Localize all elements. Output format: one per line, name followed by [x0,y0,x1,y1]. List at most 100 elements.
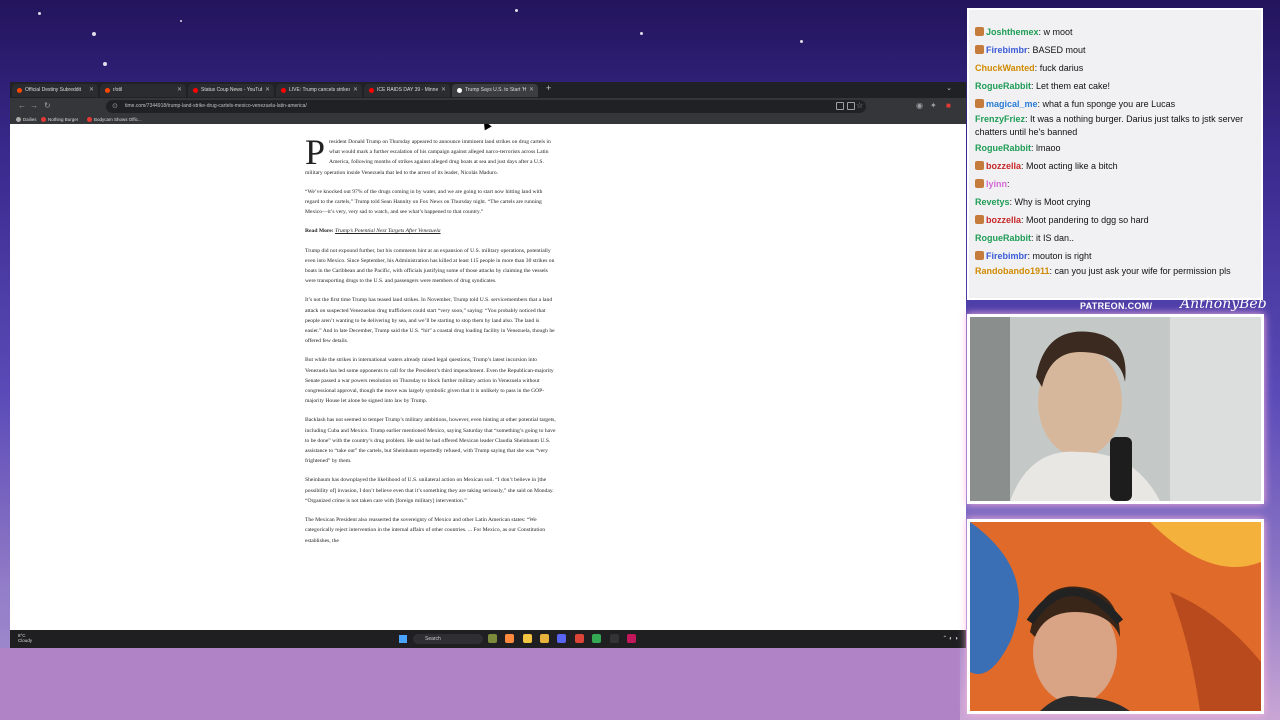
extension-icon[interactable]: ◉ [916,101,923,110]
star [38,12,41,15]
folder-icon[interactable] [540,634,549,643]
chat-username[interactable]: Firebimbr [986,251,1028,261]
windows-start-icon[interactable] [399,635,407,643]
chat-username[interactable]: RogueRabbit [975,81,1031,91]
address-bar[interactable]: ⊙ time.com/7344918/trump-land-strike-dru… [106,100,866,113]
article-paragraph: Trump did not expound further, but his c… [305,247,555,285]
close-icon[interactable]: ✕ [441,84,446,97]
webcam-image [970,522,1261,711]
bookmark-dailies[interactable]: Dailies [16,116,37,123]
article-paragraph: “We’ve knocked out 97% of the drugs comi… [305,188,543,216]
chat-username[interactable]: bozzella [986,215,1021,225]
extensions-puzzle-icon[interactable]: ✦ [930,101,937,110]
obs-icon[interactable] [610,634,619,643]
badge-icon [975,215,984,224]
chat-message: RogueRabbit: it IS dan.. [975,229,1259,247]
close-icon[interactable]: ✕ [177,84,182,97]
chat-message: Randobando1911: can you just ask your wi… [975,265,1259,278]
forward-icon[interactable]: → [30,101,38,110]
badge-icon [975,251,984,260]
chat-username[interactable]: FrenzyFriez [975,114,1025,124]
tab-stil[interactable]: r/stil ✕ [100,84,186,97]
badge-icon [975,27,984,36]
chat-username[interactable]: Revetys [975,197,1010,207]
app-icon[interactable] [592,634,601,643]
chat-username[interactable]: bozzella [986,161,1021,171]
chat-username[interactable]: Firebimbr [986,45,1028,55]
tab-label: Trump Says U.S. to Start 'Hitting [465,87,526,93]
badge-icon [975,45,984,54]
chat-message: bozzella: Moot acting like a bitch [975,157,1259,175]
tab-ice-raids[interactable]: ICE RAIDS DAY 39 - Minneapo ✕ [364,84,450,97]
read-more: Read More: Trump’s Potential Next Target… [305,228,441,235]
chat-message: ChuckWanted: fuck darius [975,59,1259,77]
chat-text: BASED mout [1032,45,1086,55]
file-explorer-icon[interactable] [488,634,497,643]
youtube-icon [193,88,198,93]
folder-icon [16,117,21,123]
bookmark-nothing-burger[interactable]: Nothing Burger [41,116,78,123]
read-more-link[interactable]: Trump’s Potential Next Targets After Ven… [335,228,441,234]
tab-destiny[interactable]: Official Destiny Subreddit ✕ [12,84,98,97]
chat-username[interactable]: RogueRabbit [975,143,1031,153]
reddit-icon [17,88,22,93]
star [640,32,643,35]
weather-widget[interactable]: 8°C Cloudy [18,633,32,643]
close-icon[interactable]: ✕ [89,84,94,97]
article-body: President Donald Trump on Thursday appea… [305,134,557,555]
badge-icon [975,179,984,188]
back-icon[interactable]: ← [18,101,26,110]
tab-status-coup[interactable]: Status Coup News - YouTube ✕ [188,84,274,97]
chrome-icon[interactable] [575,634,584,643]
chat-text: lmaoo [1036,143,1061,153]
tab-live-trump[interactable]: LIVE: Trump cancels strikes on V ✕ [276,84,362,97]
tab-label: Status Coup News - YouTube [201,87,262,93]
discord-icon[interactable] [557,634,566,643]
desktop-floor [0,648,960,720]
chat-message: Joshthemex: w moot [975,23,1259,41]
reload-icon[interactable]: ↻ [44,101,51,110]
screenshot-icon[interactable] [847,102,855,110]
chat-username[interactable]: lyinn [986,179,1007,189]
app-icon[interactable] [627,634,636,643]
install-icon[interactable] [836,102,844,110]
chat-message: Firebimbr: BASED mout [975,41,1259,59]
browser-window: Official Destiny Subreddit ✕ r/stil ✕ St… [10,82,966,630]
chevron-down-icon[interactable]: ⌄ [946,84,952,92]
page-content[interactable]: President Donald Trump on Thursday appea… [10,124,966,630]
close-icon[interactable]: ✕ [529,84,534,97]
article-paragraph: It’s not the first time Trump has teased… [305,297,555,345]
close-icon[interactable]: ✕ [353,84,358,97]
folder-icon[interactable] [523,634,532,643]
bookmark-bodycam[interactable]: Bodycam Shows Offic... [87,116,142,123]
article-paragraph: But while the strikes in international w… [305,357,554,405]
chat-username[interactable]: Randobando1911 [975,266,1050,276]
tab-label: ICE RAIDS DAY 39 - Minneapo [377,87,438,93]
star-icon[interactable]: ☆ [856,101,863,110]
chat-message: FrenzyFriez: It was a nothing burger. Da… [975,113,1259,139]
chat-text: Why is Moot crying [1014,197,1091,207]
close-icon[interactable]: ✕ [265,84,270,97]
lock-icon[interactable]: ⊙ [112,102,118,110]
new-tab-button[interactable]: + [546,83,551,93]
tab-time-article[interactable]: Trump Says U.S. to Start 'Hitting ✕ [452,84,538,97]
star [103,62,107,66]
star [92,32,96,36]
tab-label: Official Destiny Subreddit [25,87,82,93]
article-paragraph: The Mexican President also reasserted th… [305,517,546,544]
tab-bar: Official Destiny Subreddit ✕ r/stil ✕ St… [10,82,966,98]
chat-username[interactable]: magical_me [986,99,1038,109]
badge-icon [975,161,984,170]
profile-icon[interactable]: ■ [946,101,951,110]
browser-icon[interactable] [505,634,514,643]
chat-username[interactable]: ChuckWanted [975,63,1035,73]
youtube-icon [369,88,374,93]
taskbar-search[interactable]: Search [413,634,483,644]
chat-text: Moot pandering to dgg so hard [1026,215,1149,225]
chat-username[interactable]: RogueRabbit [975,233,1031,243]
url-text[interactable]: time.com/7344918/trump-land-strike-drug-… [125,102,307,111]
system-tray-icon[interactable]: ⌃ ◐ ◑ [942,635,958,642]
chat-message: RogueRabbit: lmaoo [975,139,1259,157]
tab-label: r/stil [113,87,123,93]
chat-username[interactable]: Joshthemex [986,27,1039,37]
